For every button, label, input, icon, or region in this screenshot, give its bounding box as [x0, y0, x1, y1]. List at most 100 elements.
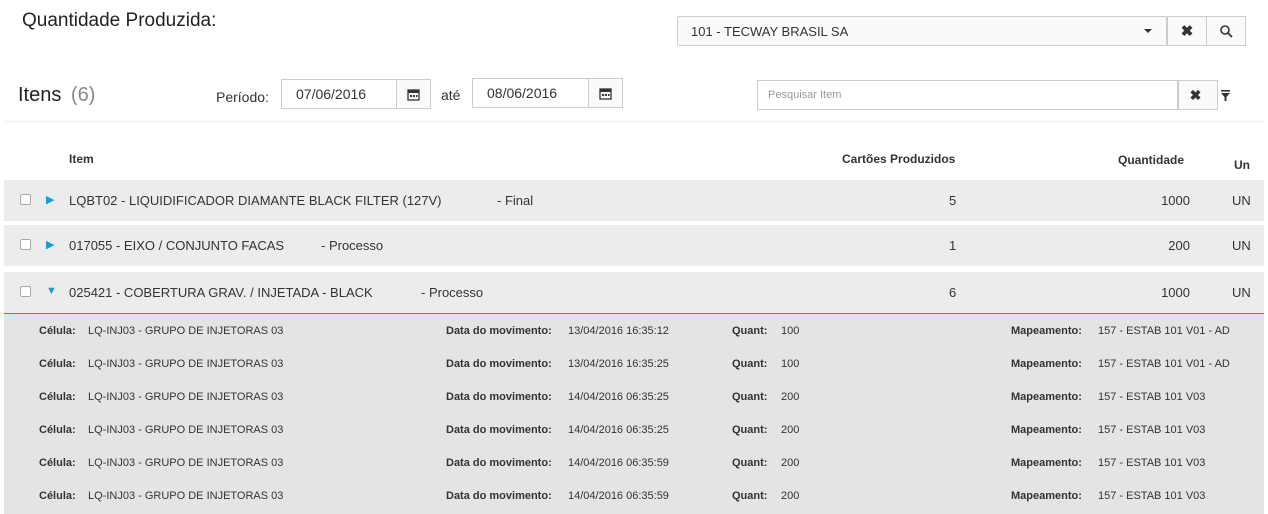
detail-celula-value: LQ-INJ03 - GRUPO DE INJETORAS 03: [88, 490, 284, 502]
detail-mapeamento-value: 157 - ESTAB 101 V01 - AD: [1098, 358, 1230, 370]
detail-mapeamento-value: 157 - ESTAB 101 V01 - AD: [1098, 325, 1230, 337]
detail-data-label: Data do movimento:: [446, 457, 552, 469]
company-select-value: 101 - TECWAY BRASIL SA: [691, 23, 849, 39]
column-header-item: Item: [69, 152, 94, 166]
detail-celula-value: LQ-INJ03 - GRUPO DE INJETORAS 03: [88, 358, 284, 370]
detail-celula-label: Célula:: [39, 490, 76, 502]
detail-data-label: Data do movimento:: [446, 490, 552, 502]
clear-search-button[interactable]: ✖: [1178, 80, 1213, 110]
periodo-label: Período:: [216, 89, 269, 105]
clear-company-button[interactable]: ✖: [1167, 16, 1207, 46]
table-row[interactable]: ▼ 025421 - COBERTURA GRAV. / INJETADA - …: [4, 272, 1264, 314]
detail-celula-label: Célula:: [39, 391, 76, 403]
close-icon: ✖: [1189, 86, 1202, 103]
detail-mapeamento-label: Mapeamento:: [1011, 325, 1082, 337]
detail-data-value: 13/04/2016 16:35:12: [568, 325, 669, 337]
column-header-unit: Un: [1234, 158, 1250, 172]
calendar-icon: [599, 87, 612, 100]
detail-quant-value: 100: [781, 325, 800, 337]
detail-celula-value: LQ-INJ03 - GRUPO DE INJETORAS 03: [88, 424, 284, 436]
search-icon: [1219, 24, 1233, 38]
detail-quant-value: 200: [781, 490, 800, 502]
search-company-button[interactable]: [1206, 16, 1246, 46]
detail-quant-label: Quant:: [732, 424, 768, 436]
row-quantity: 200: [1168, 238, 1190, 253]
row-cards: 6: [949, 285, 957, 300]
detail-quant-value: 200: [781, 424, 800, 436]
date-to-calendar-button[interactable]: [588, 78, 623, 108]
detail-quant-label: Quant:: [732, 391, 768, 403]
row-item-type: - Processo: [321, 238, 384, 253]
detail-mapeamento-value: 157 - ESTAB 101 V03: [1098, 457, 1206, 469]
expand-arrow-icon[interactable]: ▶: [46, 193, 54, 206]
calendar-icon: [407, 88, 420, 101]
table-row[interactable]: ▶ 017055 - EIXO / CONJUNTO FACAS - Proce…: [4, 225, 1264, 266]
detail-mapeamento-label: Mapeamento:: [1011, 358, 1082, 370]
row-checkbox[interactable]: [20, 286, 31, 297]
expand-arrow-icon[interactable]: ▶: [46, 238, 54, 251]
items-count: (6): [70, 84, 96, 106]
detail-celula-label: Célula:: [39, 325, 76, 337]
detail-mapeamento-label: Mapeamento:: [1011, 391, 1082, 403]
search-item-input[interactable]: Pesquisar Item: [757, 80, 1178, 110]
close-icon: ✖: [1180, 23, 1194, 40]
detail-data-label: Data do movimento:: [446, 424, 552, 436]
detail-celula-label: Célula:: [39, 457, 76, 469]
detail-mapeamento-value: 157 - ESTAB 101 V03: [1098, 490, 1206, 502]
detail-data-value: 14/04/2016 06:35:59: [568, 490, 669, 502]
ate-label: até: [441, 87, 461, 103]
detail-row: Célula: LQ-INJ03 - GRUPO DE INJETORAS 03…: [4, 446, 1264, 479]
row-checkbox[interactable]: [20, 194, 31, 205]
column-header-quantity: Quantidade: [1118, 153, 1185, 167]
detail-quant-value: 100: [781, 358, 800, 370]
date-to-input[interactable]: 08/06/2016: [472, 78, 589, 108]
row-item-type: - Processo: [421, 285, 484, 300]
date-from-calendar-button[interactable]: [396, 79, 431, 109]
detail-mapeamento-label: Mapeamento:: [1011, 424, 1082, 436]
filter-icon: [1221, 89, 1230, 107]
detail-celula-label: Célula:: [39, 358, 76, 370]
detail-quant-value: 200: [781, 391, 800, 403]
detail-row: Célula: LQ-INJ03 - GRUPO DE INJETORAS 03…: [4, 347, 1264, 380]
row-unit: UN: [1232, 285, 1251, 300]
detail-celula-value: LQ-INJ03 - GRUPO DE INJETORAS 03: [88, 391, 284, 403]
row-unit: UN: [1232, 193, 1251, 208]
collapse-arrow-icon[interactable]: ▼: [46, 285, 57, 297]
detail-mapeamento-value: 157 - ESTAB 101 V03: [1098, 424, 1206, 436]
detail-quant-label: Quant:: [732, 490, 768, 502]
chevron-down-icon: [1144, 29, 1152, 33]
detail-quant-label: Quant:: [732, 325, 768, 337]
detail-row: Célula: LQ-INJ03 - GRUPO DE INJETORAS 03…: [4, 413, 1264, 446]
company-select[interactable]: 101 - TECWAY BRASIL SA: [677, 16, 1167, 46]
row-checkbox[interactable]: [20, 239, 31, 250]
detail-data-value: 14/04/2016 06:35:25: [568, 424, 669, 436]
date-from-input[interactable]: 07/06/2016: [281, 79, 397, 109]
detail-row: Célula: LQ-INJ03 - GRUPO DE INJETORAS 03…: [4, 380, 1264, 413]
items-title: Itens (6): [18, 84, 95, 107]
detail-data-value: 13/04/2016 16:35:25: [568, 358, 669, 370]
page-title: Quantidade Produzida:: [22, 10, 217, 31]
detail-celula-label: Célula:: [39, 424, 76, 436]
table-row[interactable]: ▶ LQBT02 - LIQUIDIFICADOR DIAMANTE BLACK…: [4, 180, 1264, 221]
row-item-code: 017055 - EIXO / CONJUNTO FACAS: [69, 238, 285, 253]
detail-data-label: Data do movimento:: [446, 391, 552, 403]
detail-data-value: 14/04/2016 06:35:59: [568, 457, 669, 469]
detail-data-value: 14/04/2016 06:35:25: [568, 391, 669, 403]
detail-data-label: Data do movimento:: [446, 325, 552, 337]
detail-data-label: Data do movimento:: [446, 358, 552, 370]
row-quantity: 1000: [1161, 193, 1190, 208]
column-header-cards: Cartões Produzidos: [842, 152, 956, 166]
row-cards: 5: [949, 193, 957, 208]
detail-quant-value: 200: [781, 457, 800, 469]
detail-row: Célula: LQ-INJ03 - GRUPO DE INJETORAS 03…: [4, 479, 1264, 512]
row-item-code: 025421 - COBERTURA GRAV. / INJETADA - BL…: [69, 285, 373, 300]
row-unit: UN: [1232, 238, 1251, 253]
items-title-label: Itens: [18, 84, 62, 106]
row-cards: 1: [949, 238, 957, 253]
toolbar-divider: [4, 121, 1264, 122]
detail-celula-value: LQ-INJ03 - GRUPO DE INJETORAS 03: [88, 457, 284, 469]
detail-mapeamento-label: Mapeamento:: [1011, 457, 1082, 469]
detail-mapeamento-label: Mapeamento:: [1011, 490, 1082, 502]
detail-quant-label: Quant:: [732, 457, 768, 469]
row-item-code: LQBT02 - LIQUIDIFICADOR DIAMANTE BLACK F…: [69, 193, 442, 208]
